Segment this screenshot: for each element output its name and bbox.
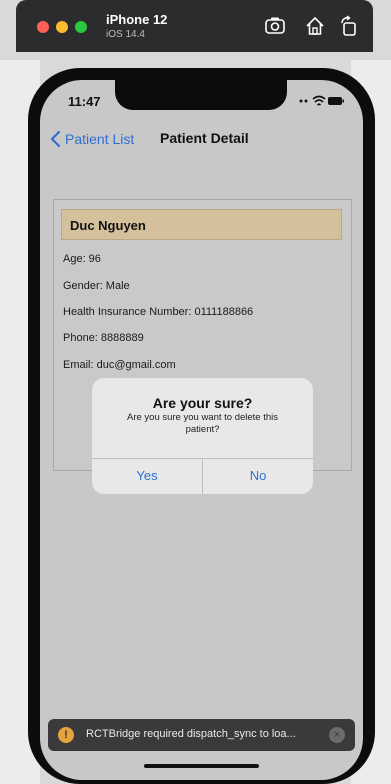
warning-icon: !: [58, 727, 74, 743]
navigation-bar: Patient List Patient Detail: [40, 118, 363, 164]
phone-screen: 11:47 Patient List Patient Detail Duc Ng…: [40, 80, 363, 780]
minimize-window-button[interactable]: [56, 21, 68, 33]
simulator-device-name: iPhone 12: [106, 12, 168, 27]
close-window-button[interactable]: [37, 21, 49, 33]
patient-insurance-number: Health Insurance Number: 0111188866: [63, 306, 254, 318]
patient-phone: Phone: 8888889: [63, 332, 144, 344]
yellowbox-warning[interactable]: ! RCTBridge required dispatch_sync to lo…: [48, 719, 355, 751]
patient-age: Age: 96: [63, 253, 101, 265]
device-notch: [115, 80, 287, 110]
patient-email: Email: duc@gmail.com: [63, 359, 176, 371]
close-icon[interactable]: ×: [329, 727, 345, 743]
wifi-battery-icon: [299, 95, 344, 106]
patient-gender: Gender: Male: [63, 280, 130, 292]
no-button[interactable]: No: [203, 458, 313, 494]
home-indicator[interactable]: [144, 764, 259, 768]
back-button-label: Patient List: [65, 131, 135, 147]
page-title: Patient Detail: [160, 130, 249, 146]
iphone-device-frame: 11:47 Patient List Patient Detail Duc Ng…: [28, 68, 375, 784]
dialog-title: Are your sure?: [152, 395, 253, 411]
rotate-icon[interactable]: [338, 15, 360, 37]
dialog-message: Are you sure you want to delete this pat…: [126, 412, 279, 435]
patient-name: Duc Nguyen: [61, 209, 342, 240]
home-icon[interactable]: [304, 15, 326, 37]
zoom-window-button[interactable]: [75, 21, 87, 33]
chevron-left-icon: [50, 130, 61, 148]
delete-confirm-dialog: Are your sure? Are you sure you want to …: [92, 378, 313, 494]
simulator-title-bar: iPhone 12 iOS 14.4: [16, 0, 373, 52]
warning-text: RCTBridge required dispatch_sync to loa.…: [86, 728, 296, 740]
back-button[interactable]: Patient List: [50, 130, 134, 148]
simulator-os-version: iOS 14.4: [106, 29, 145, 40]
yes-button[interactable]: Yes: [92, 458, 202, 494]
screenshot-icon[interactable]: [264, 15, 286, 37]
status-bar-time: 11:47: [68, 94, 101, 109]
